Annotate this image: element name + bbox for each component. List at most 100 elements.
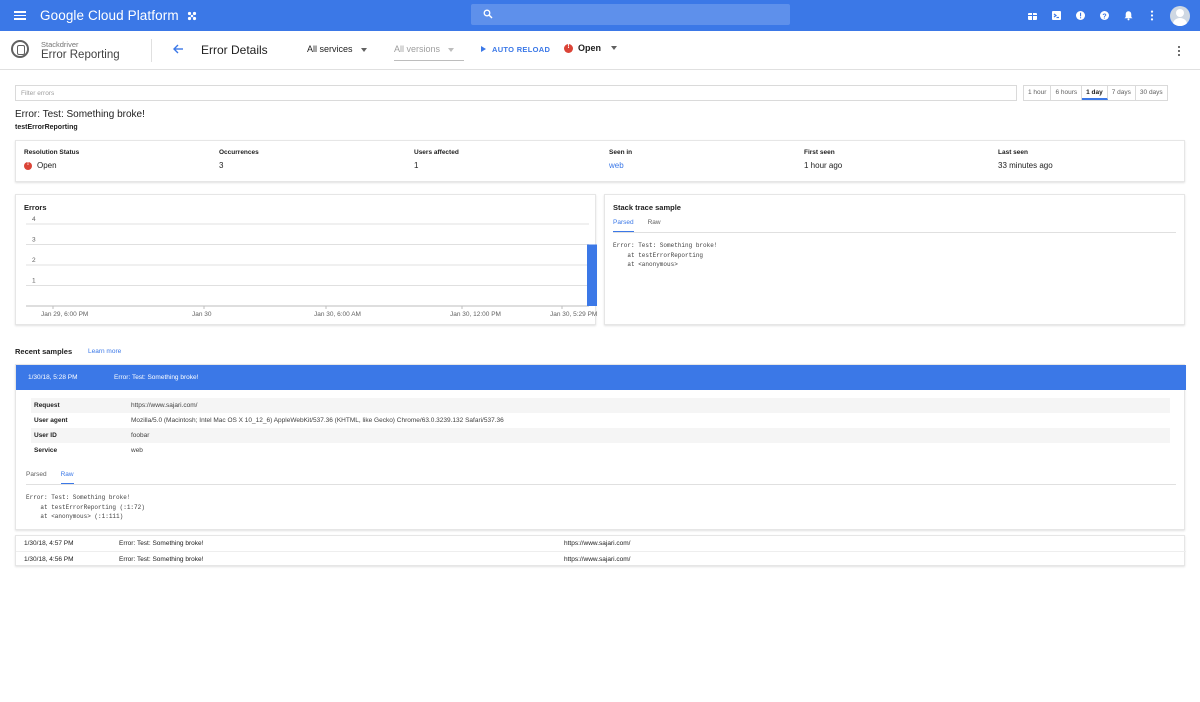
stack-trace-title: Stack trace sample bbox=[613, 203, 681, 212]
row-value: foobar bbox=[131, 432, 150, 439]
resolution-status-value: Open bbox=[37, 161, 57, 170]
brand-title[interactable]: Google Cloud Platform bbox=[40, 8, 179, 23]
error-icon bbox=[564, 43, 573, 53]
filter-errors-input[interactable] bbox=[16, 86, 1016, 100]
request-details-table: Request https://www.sajari.com/ User agen… bbox=[31, 398, 1170, 458]
stack-trace-text: Error: Test: Something broke! at testErr… bbox=[613, 242, 718, 268]
y-tick-label: 2 bbox=[32, 257, 36, 264]
stackdriver-logo-icon bbox=[11, 40, 29, 58]
stat-value: 1 hour ago bbox=[804, 161, 843, 170]
seen-in-link[interactable]: web bbox=[609, 161, 632, 170]
top-app-bar: Google Cloud Platform ? bbox=[0, 0, 1200, 31]
notifications-icon[interactable] bbox=[1116, 4, 1140, 28]
error-function: testErrorReporting bbox=[15, 124, 78, 131]
versions-dropdown[interactable]: All versions bbox=[394, 44, 464, 61]
sample-time: 1/30/18, 5:28 PM bbox=[28, 374, 78, 381]
stat-label: Occurrences bbox=[219, 149, 259, 156]
tab-parsed[interactable]: Parsed bbox=[613, 219, 634, 233]
tab-raw[interactable]: Raw bbox=[648, 219, 661, 233]
product-header: Stackdriver Error Reporting Error Detail… bbox=[0, 31, 1200, 70]
list-item[interactable]: 1/30/18, 4:57 PM Error: Test: Something … bbox=[16, 536, 1186, 551]
stat-value: 3 bbox=[219, 161, 224, 170]
feedback-icon[interactable] bbox=[1068, 4, 1092, 28]
tab-parsed[interactable]: Parsed bbox=[26, 471, 47, 485]
stack-trace-tabs: Parsed Raw bbox=[613, 219, 675, 233]
back-arrow-icon[interactable] bbox=[172, 43, 184, 55]
tab-raw[interactable]: Raw bbox=[60, 471, 74, 485]
stack-trace-card: Stack trace sample Parsed Raw Error: Tes… bbox=[604, 194, 1185, 325]
stat-seen-in: Seen in web bbox=[609, 149, 632, 170]
selected-sample-row[interactable]: 1/30/18, 5:28 PM Error: Test: Something … bbox=[16, 365, 1186, 390]
stat-label: First seen bbox=[804, 149, 835, 156]
row-key: Request bbox=[34, 402, 60, 409]
sample-time: 1/30/18, 4:57 PM bbox=[24, 540, 74, 547]
sample-message: Error: Test: Something broke! bbox=[119, 540, 204, 547]
filter-errors-field[interactable] bbox=[15, 85, 1017, 101]
services-dropdown[interactable]: All services bbox=[307, 44, 367, 54]
sample-time: 1/30/18, 4:56 PM bbox=[24, 556, 74, 563]
range-6-hours[interactable]: 6 hours bbox=[1051, 86, 1083, 100]
range-30-days[interactable]: 30 days bbox=[1136, 86, 1167, 100]
resolution-status-dropdown[interactable]: Open bbox=[564, 43, 618, 53]
divider bbox=[151, 39, 152, 62]
table-row: User agent Mozilla/5.0 (Macintosh; Intel … bbox=[31, 413, 1170, 428]
stat-first-seen: First seen 1 hour ago bbox=[804, 149, 842, 170]
more-options-icon[interactable] bbox=[1177, 46, 1180, 56]
product-name: Error Reporting bbox=[41, 49, 120, 61]
row-key: User ID bbox=[34, 432, 57, 439]
stat-resolution-status: Resolution Status Open bbox=[24, 149, 79, 170]
sample-trace-tabs: Parsed Raw bbox=[26, 471, 88, 485]
y-tick-label: 4 bbox=[32, 216, 36, 223]
x-tick-label: Jan 29, 6:00 PM bbox=[41, 311, 88, 318]
error-stats-card: Resolution Status Open Occurrences 3 Use… bbox=[15, 140, 1185, 182]
row-key: User agent bbox=[34, 417, 68, 424]
stat-label: Resolution Status bbox=[24, 149, 80, 156]
project-picker-icon[interactable] bbox=[187, 11, 197, 21]
sample-message: Error: Test: Something broke! bbox=[119, 556, 204, 563]
error-count-bar bbox=[587, 244, 597, 306]
tab-divider bbox=[26, 484, 1176, 485]
account-avatar[interactable] bbox=[1170, 5, 1190, 26]
other-samples-list: 1/30/18, 4:57 PM Error: Test: Something … bbox=[15, 535, 1186, 566]
learn-more-link[interactable]: Learn more bbox=[88, 348, 121, 355]
selected-sample-card: 1/30/18, 5:28 PM Error: Test: Something … bbox=[15, 364, 1186, 530]
versions-dropdown-label: All versions bbox=[394, 44, 441, 54]
chevron-down-icon bbox=[448, 47, 455, 52]
search-input[interactable] bbox=[471, 4, 790, 25]
gift-icon[interactable] bbox=[1020, 4, 1044, 28]
menu-icon[interactable] bbox=[14, 11, 26, 20]
more-vert-icon[interactable] bbox=[1140, 4, 1164, 28]
y-tick-label: 3 bbox=[32, 237, 36, 244]
auto-reload-button[interactable]: AUTO RELOAD bbox=[481, 45, 550, 54]
chevron-down-icon bbox=[611, 46, 618, 50]
page-title: Error Details bbox=[201, 43, 268, 57]
list-item[interactable]: 1/30/18, 4:56 PM Error: Test: Something … bbox=[16, 551, 1186, 566]
x-tick-label: Jan 30, 5:29 PM bbox=[550, 311, 597, 318]
stat-value: 33 minutes ago bbox=[998, 161, 1053, 170]
table-row: Service web bbox=[31, 443, 1170, 458]
range-7-days[interactable]: 7 days bbox=[1108, 86, 1136, 100]
chevron-down-icon bbox=[360, 47, 367, 52]
row-key: Service bbox=[34, 447, 58, 454]
range-1-hour[interactable]: 1 hour bbox=[1024, 86, 1052, 100]
table-row: User ID foobar bbox=[31, 428, 1170, 443]
auto-reload-label: AUTO RELOAD bbox=[492, 45, 551, 54]
stat-value: Open bbox=[24, 161, 79, 170]
services-dropdown-label: All services bbox=[307, 44, 353, 54]
stat-last-seen: Last seen 33 minutes ago bbox=[998, 149, 1053, 170]
tab-divider bbox=[613, 232, 1176, 233]
errors-chart-card: Errors 1 2 3 4 Jan 29, 6:00 PM Jan 30 Jan 30, … bbox=[15, 194, 597, 325]
svg-text:?: ? bbox=[1102, 13, 1106, 20]
status-label: Open bbox=[578, 43, 602, 53]
recent-samples-title: Recent samples bbox=[15, 347, 73, 356]
sample-url: https://www.sajari.com/ bbox=[564, 556, 631, 563]
x-tick-label: Jan 30 bbox=[192, 311, 212, 318]
cloud-shell-icon[interactable] bbox=[1044, 4, 1068, 28]
range-1-day[interactable]: 1 day bbox=[1082, 86, 1108, 100]
play-icon bbox=[481, 46, 486, 52]
error-icon bbox=[24, 161, 32, 170]
help-icon[interactable]: ? bbox=[1092, 4, 1116, 28]
errors-chart: 1 2 3 4 Jan 29, 6:00 PM Jan 30 Jan 30, 6:00 AM… bbox=[26, 216, 597, 318]
table-row: Request https://www.sajari.com/ bbox=[31, 398, 1170, 413]
search-icon bbox=[483, 9, 493, 19]
